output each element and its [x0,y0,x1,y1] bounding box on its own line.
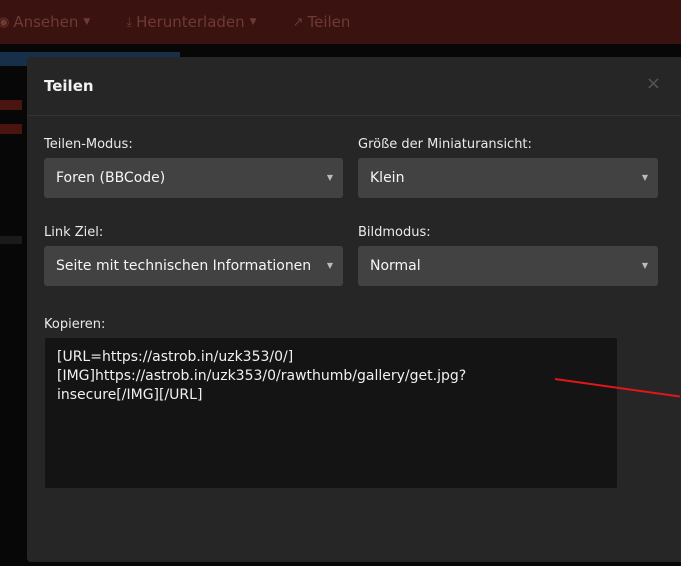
nav-download[interactable]: ⤓ Herunterladen ▼ [126,13,256,31]
share-mode-label: Teilen-Modus: [44,137,133,152]
eye-icon: ◉ [0,14,10,30]
link-target-label: Link Ziel: [44,225,104,240]
nav-download-label: Herunterladen [136,13,245,31]
share-mode-value: Foren (BBCode) [56,170,166,186]
nav-share-label: Teilen [307,13,351,31]
nav-view-label: Ansehen [13,13,79,31]
thumb-size-label: Größe der Miniaturansicht: [358,137,532,152]
download-icon: ⤓ [126,14,133,30]
chevron-down-icon: ▼ [249,17,257,27]
close-button[interactable]: × [646,73,661,94]
image-mode-select[interactable]: Normal ▼ [358,246,658,286]
chevron-down-icon: ▼ [641,261,648,270]
thumb-size-value: Klein [370,170,405,186]
image-mode-value: Normal [370,258,421,274]
background-element [0,124,22,134]
chevron-down-icon: ▼ [641,173,648,182]
link-target-value: Seite mit technischen Informationen [56,258,312,274]
share-mode-select[interactable]: Foren (BBCode) ▼ [44,158,343,198]
link-target-select[interactable]: Seite mit technischen Informationen ▼ [44,246,343,286]
nav-view[interactable]: ◉ Ansehen ▼ [0,13,90,31]
share-icon: ↗ [292,14,304,30]
chevron-down-icon: ▼ [326,173,333,182]
copy-label: Kopieren: [44,317,106,332]
nav-share[interactable]: ↗ Teilen [293,13,351,31]
top-navbar: ◉ Ansehen ▼ ⤓ Herunterladen ▼ ↗ Teilen [0,0,681,44]
copy-textarea[interactable]: [URL=https://astrob.in/uzk353/0/] [IMG]h… [45,338,617,488]
share-modal: Teilen × Teilen-Modus: Foren (BBCode) ▼ … [27,57,681,562]
image-mode-label: Bildmodus: [358,225,431,240]
modal-header: Teilen × [27,57,681,116]
background-element [0,236,22,244]
chevron-down-icon: ▼ [83,17,91,27]
thumb-size-select[interactable]: Klein ▼ [358,158,658,198]
chevron-down-icon: ▼ [326,261,333,270]
background-element [0,100,22,110]
modal-title: Teilen [44,77,94,95]
